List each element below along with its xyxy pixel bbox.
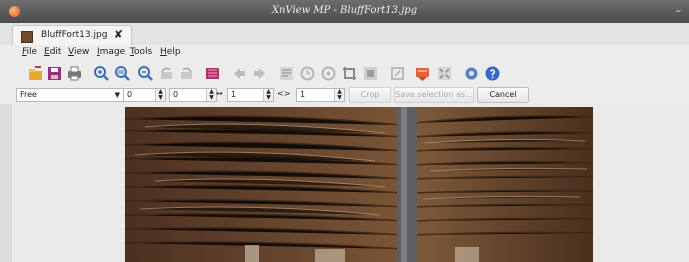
x-spin-buttons[interactable]: ▲ ▼ [155, 89, 165, 101]
height-separator-icon: <> [277, 89, 291, 98]
next-icon[interactable] [251, 65, 268, 82]
x-spinbox[interactable]: 0 ▲ ▼ [123, 88, 166, 102]
browser-icon[interactable] [27, 65, 44, 82]
y-spinbox[interactable]: 0 ▲ ▼ [169, 88, 217, 102]
width-spin-buttons[interactable]: ▲ ▼ [263, 89, 273, 101]
chevron-down-icon: ▼ [114, 91, 120, 99]
menu-edit[interactable]: Edit [44, 47, 61, 57]
main-toolbar [0, 61, 689, 86]
x-value: 0 [127, 90, 133, 99]
info-icon[interactable] [278, 65, 295, 82]
presentation-icon[interactable] [414, 65, 431, 82]
rotate-left-icon[interactable] [158, 65, 175, 82]
height-spinbox[interactable]: 1 ▲ ▼ [296, 88, 345, 102]
crop-button[interactable]: Crop [349, 87, 391, 103]
resize-icon[interactable] [362, 65, 379, 82]
image-file-icon [21, 31, 33, 43]
minimize-button[interactable]: – [676, 4, 682, 17]
help-icon[interactable] [484, 65, 501, 82]
save-icon[interactable] [46, 65, 63, 82]
rotate-right-icon[interactable] [178, 65, 195, 82]
width-spinbox[interactable]: 1 ▲ ▼ [227, 88, 274, 102]
menu-file[interactable]: File [22, 47, 37, 57]
print-icon[interactable] [66, 65, 83, 82]
tab-bar: BluffFort13.jpg ✘ [0, 23, 689, 46]
menu-bar: File Edit View Image Tools Help [0, 45, 689, 60]
color-palette-icon[interactable] [204, 65, 221, 82]
tab-bluffort13[interactable]: BluffFort13.jpg ✘ [12, 25, 132, 46]
cancel-button[interactable]: Cancel [477, 87, 529, 103]
y-value: 0 [173, 90, 179, 99]
menu-image[interactable]: Image [97, 47, 125, 57]
title-bar: XnView MP - BluffFort13.jpg – [0, 0, 689, 23]
height-spin-buttons[interactable]: ▲ ▼ [334, 89, 344, 101]
settings-icon[interactable] [463, 65, 480, 82]
zoom-out-icon[interactable] [137, 65, 154, 82]
save-selection-button[interactable]: Save selection as... [394, 87, 474, 103]
menu-help[interactable]: Help [160, 47, 181, 57]
zoom-in-icon[interactable] [93, 65, 110, 82]
menu-tools[interactable]: Tools [130, 47, 152, 57]
histogram-icon[interactable] [299, 65, 316, 82]
height-value: 1 [300, 90, 306, 99]
width-separator-icon: ↔ [216, 89, 223, 98]
window-title: XnView MP - BluffFort13.jpg [271, 5, 418, 16]
crop-toolbar: Free ▼ 0 ▲ ▼ 0 ▲ ▼ ↔ 1 ▲ ▼ <> 1 ▲ ▼ Crop Sav… [0, 86, 689, 104]
ratio-select[interactable]: Free ▼ [16, 88, 124, 102]
adjust-icon[interactable] [320, 65, 337, 82]
menu-view[interactable]: View [68, 47, 89, 57]
y-spin-buttons[interactable]: ▲ ▼ [206, 89, 216, 101]
tab-label: BluffFort13.jpg [41, 30, 108, 40]
close-tab-button[interactable]: ✘ [114, 28, 123, 41]
photo-image [125, 107, 593, 262]
fullscreen-icon[interactable] [436, 65, 453, 82]
ratio-select-value: Free [20, 90, 37, 99]
transform-icon[interactable] [389, 65, 406, 82]
photo-view[interactable] [125, 107, 593, 262]
previous-icon[interactable] [231, 65, 248, 82]
width-value: 1 [231, 90, 237, 99]
zoom-fit-icon[interactable] [114, 65, 131, 82]
crop-icon[interactable] [341, 65, 358, 82]
